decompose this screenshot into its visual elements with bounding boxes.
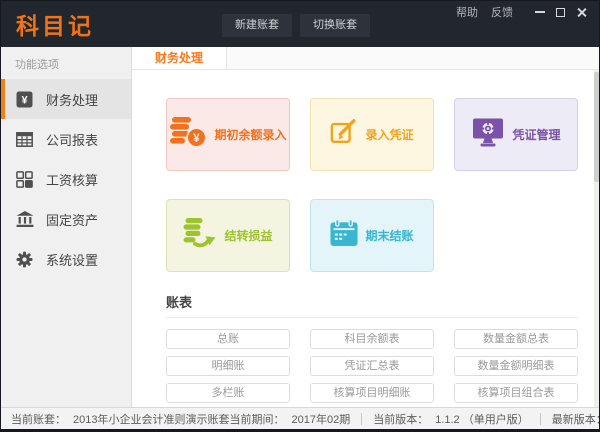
report-button-detail-ledger[interactable]: 明细账 bbox=[166, 356, 290, 376]
report-button-item-detail-ledger[interactable]: 核算项目明细账 bbox=[310, 383, 434, 403]
statusbar: 当前账套： 2013年小企业会计准则演示账套 当前期间： 2017年02期 当前… bbox=[1, 407, 599, 429]
card-label: 结转损益 bbox=[224, 227, 272, 244]
card-carry-forward[interactable]: 结转损益 bbox=[166, 199, 290, 272]
status-version-value: 1.1.2 （单用户版） bbox=[435, 411, 529, 427]
app-logo: 科目记 bbox=[16, 7, 94, 41]
edit-note-icon bbox=[330, 118, 358, 151]
status-period-label: 当前期间： bbox=[229, 411, 284, 427]
new-account-button[interactable]: 新建账套 bbox=[222, 14, 292, 37]
card-enter-voucher[interactable]: 录入凭证 bbox=[310, 98, 434, 171]
close-icon bbox=[576, 7, 587, 18]
gear-icon bbox=[15, 251, 34, 268]
card-voucher-management[interactable]: 凭证管理 bbox=[454, 98, 578, 171]
maximize-button[interactable] bbox=[553, 5, 568, 20]
report-table-icon bbox=[15, 132, 34, 147]
sidebar-item-label: 系统设置 bbox=[46, 250, 98, 269]
report-button-multi-column-ledger[interactable]: 多栏账 bbox=[166, 383, 290, 403]
sidebar-item-label: 固定资产 bbox=[46, 210, 98, 229]
report-button-account-balance[interactable]: 科目余额表 bbox=[310, 329, 434, 349]
app-window: 科目记 新建账套 切换账套 帮助 反馈 功能选项 ¥ 财务处理 bbox=[0, 0, 600, 432]
sidebar-item-label: 工资核算 bbox=[46, 170, 98, 189]
report-button-item-combination[interactable]: 核算项目组合表 bbox=[454, 383, 578, 403]
card-label: 录入凭证 bbox=[365, 126, 413, 143]
minimize-icon bbox=[535, 11, 545, 13]
sidebar-item-finance[interactable]: ¥ 财务处理 bbox=[1, 79, 131, 119]
status-account-value: 2013年小企业会计准则演示账套 bbox=[73, 411, 229, 427]
reports-section: 账表 总账 科目余额表 数量金额总表 明细账 凭证汇总表 数量金额明细表 多栏账… bbox=[166, 292, 578, 403]
status-divider bbox=[540, 413, 541, 425]
main-content: ¥ 期初余额录入 录入凭证 凭证管理 bbox=[132, 70, 599, 407]
svg-text:¥: ¥ bbox=[194, 133, 201, 145]
sidebar-item-fixed-assets[interactable]: 固定资产 bbox=[1, 199, 131, 239]
yuan-money-icon: ¥ bbox=[15, 91, 34, 108]
scrollbar[interactable] bbox=[594, 70, 599, 407]
tab-bar: 财务处理 bbox=[132, 47, 599, 70]
sidebar-item-settings[interactable]: 系统设置 bbox=[1, 239, 131, 279]
scrollbar-thumb[interactable] bbox=[594, 72, 599, 182]
status-current-period: 当前期间： 2017年02期 bbox=[229, 411, 350, 427]
reports-grid: 总账 科目余额表 数量金额总表 明细账 凭证汇总表 数量金额明细表 多栏账 核算… bbox=[166, 329, 578, 403]
status-version-label: 当前版本： bbox=[373, 411, 428, 427]
report-button-general-ledger[interactable]: 总账 bbox=[166, 329, 290, 349]
switch-account-button[interactable]: 切换账套 bbox=[300, 14, 370, 37]
status-period-value: 2017年02期 bbox=[291, 411, 350, 427]
sidebar-item-reports[interactable]: 公司报表 bbox=[1, 119, 131, 159]
window-body: 功能选项 ¥ 财务处理 公司报表 工资核算 bbox=[1, 47, 599, 407]
report-button-quantity-amount-detail[interactable]: 数量金额明细表 bbox=[454, 356, 578, 376]
titlebar-right: 帮助 反馈 bbox=[456, 4, 589, 20]
function-cards: ¥ 期初余额录入 录入凭证 凭证管理 bbox=[166, 98, 578, 272]
titlebar: 科目记 新建账套 切换账套 帮助 反馈 bbox=[1, 1, 599, 47]
maximize-icon bbox=[556, 8, 565, 17]
feedback-link[interactable]: 反馈 bbox=[491, 4, 513, 20]
statusbar-right: 当前期间： 2017年02期 当前版本： 1.1.2 （单用户版） 最新版本： … bbox=[229, 411, 600, 427]
status-current-account: 当前账套： 2013年小企业会计准则演示账套 bbox=[11, 411, 229, 427]
main-area: 财务处理 ¥ 期初余额录入 录入凭证 bbox=[132, 47, 599, 407]
status-divider bbox=[361, 413, 362, 425]
titlebar-buttons: 新建账套 切换账套 bbox=[222, 14, 370, 37]
sidebar-item-label: 财务处理 bbox=[46, 90, 98, 109]
report-button-voucher-summary[interactable]: 凭证汇总表 bbox=[310, 356, 434, 376]
payroll-blocks-icon bbox=[15, 171, 34, 188]
card-label: 期初余额录入 bbox=[214, 126, 286, 143]
minimize-button[interactable] bbox=[532, 5, 547, 20]
bank-building-icon bbox=[15, 211, 34, 227]
tab-finance[interactable]: 财务处理 bbox=[132, 47, 227, 69]
sidebar-item-label: 公司报表 bbox=[46, 130, 98, 149]
status-current-version: 当前版本： 1.1.2 （单用户版） bbox=[373, 411, 529, 427]
sidebar-section-label: 功能选项 bbox=[1, 47, 131, 79]
status-latest-label: 最新版本： bbox=[552, 411, 600, 427]
sidebar: 功能选项 ¥ 财务处理 公司报表 工资核算 bbox=[1, 47, 132, 407]
monitor-gear-icon bbox=[471, 118, 505, 152]
status-account-label: 当前账套： bbox=[11, 411, 66, 427]
help-link[interactable]: 帮助 bbox=[456, 4, 478, 20]
card-label: 凭证管理 bbox=[512, 126, 560, 143]
sidebar-item-payroll[interactable]: 工资核算 bbox=[1, 159, 131, 199]
reports-section-title: 账表 bbox=[166, 292, 578, 318]
calendar-icon bbox=[330, 219, 358, 252]
card-opening-balance[interactable]: ¥ 期初余额录入 bbox=[166, 98, 290, 171]
card-label: 期末结账 bbox=[365, 227, 413, 244]
close-button[interactable] bbox=[574, 5, 589, 20]
coins-arrow-icon bbox=[183, 218, 217, 253]
coins-yuan-icon: ¥ bbox=[169, 116, 207, 153]
status-latest-version: 最新版本： 1.1.2 bbox=[552, 411, 600, 427]
svg-text:¥: ¥ bbox=[21, 94, 28, 106]
report-button-quantity-amount-summary[interactable]: 数量金额总表 bbox=[454, 329, 578, 349]
card-period-closing[interactable]: 期末结账 bbox=[310, 199, 434, 272]
